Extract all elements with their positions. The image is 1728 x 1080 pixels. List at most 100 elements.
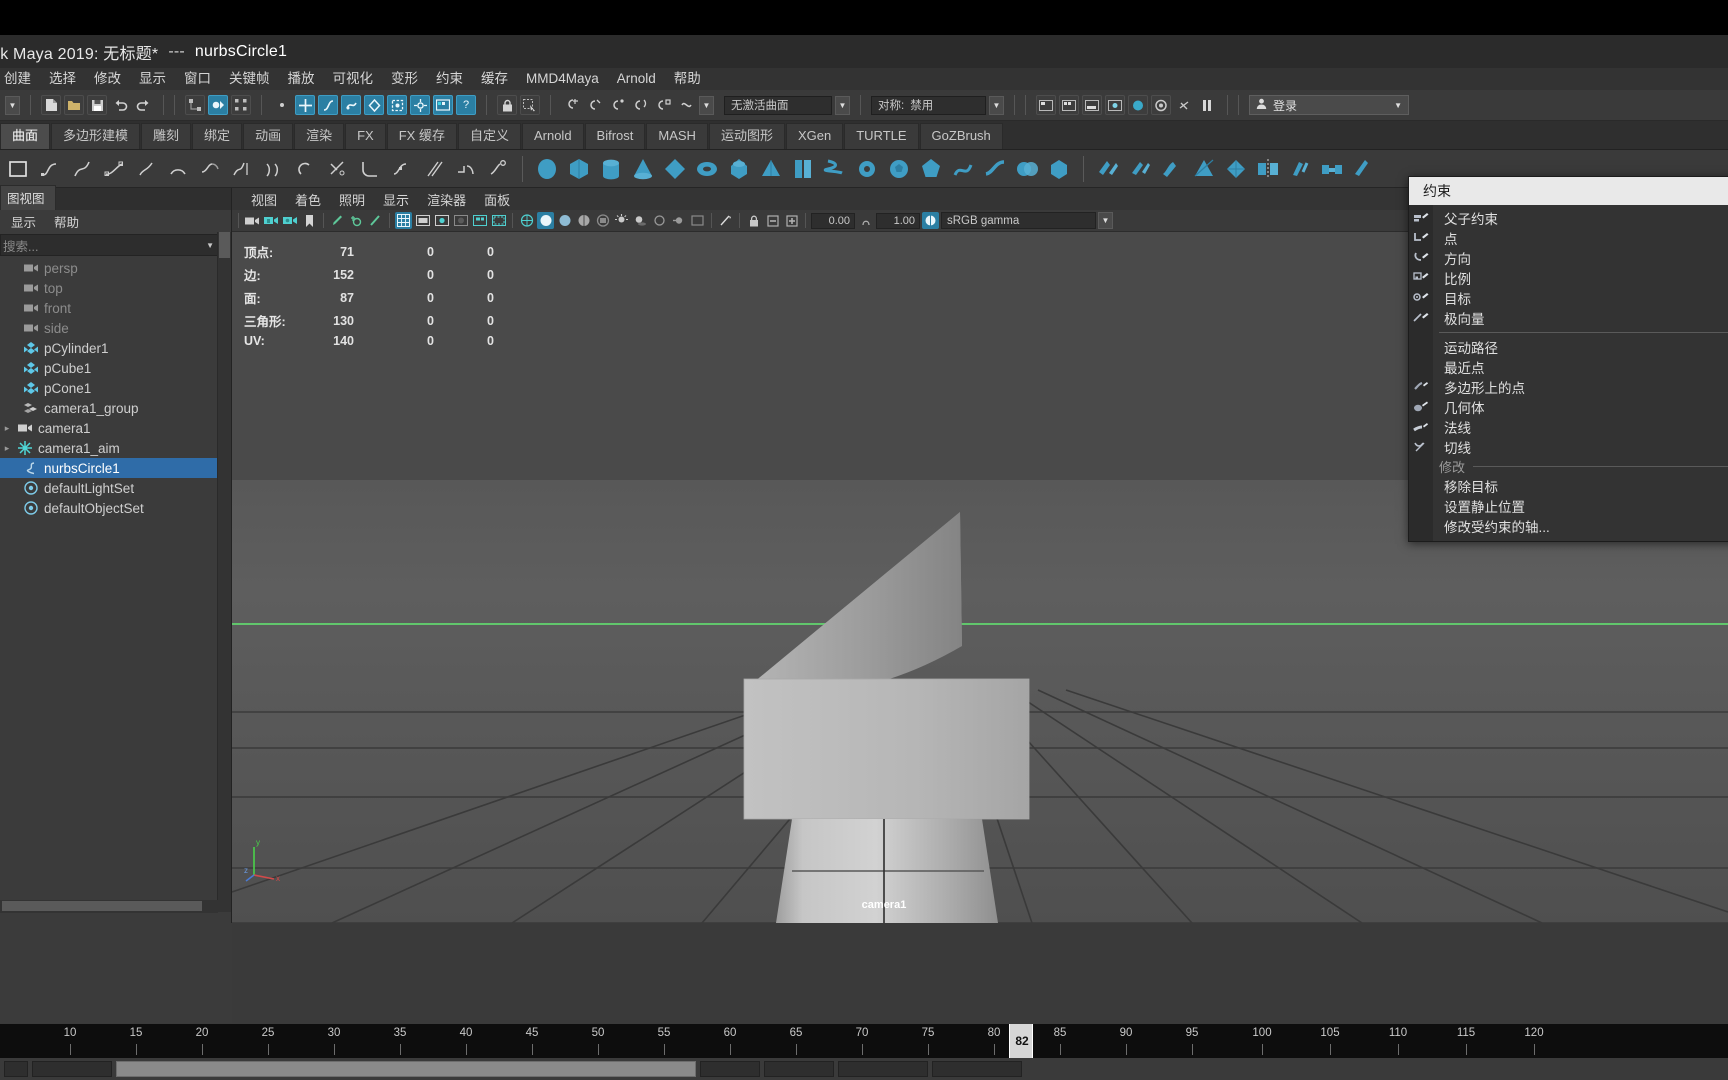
symmetry-dropdown[interactable]: ▼ xyxy=(989,95,1004,115)
ipr-render-icon[interactable] xyxy=(1082,95,1102,115)
menu-item-remove-target[interactable]: 移除目标 xyxy=(1409,476,1728,496)
smooth-icon[interactable] xyxy=(1158,155,1186,183)
mask-dot-icon[interactable] xyxy=(272,95,292,115)
time-slider-playhead[interactable]: 82 xyxy=(1009,1024,1033,1059)
menu-item-scale-constraint[interactable]: 比例 xyxy=(1409,268,1728,288)
torus-icon[interactable] xyxy=(693,155,721,183)
quadrangulate-icon[interactable] xyxy=(1222,155,1250,183)
exposure-inc-icon[interactable] xyxy=(783,212,800,229)
extend-curve-icon[interactable] xyxy=(484,155,512,183)
help-mask-icon[interactable]: ? xyxy=(456,95,476,115)
menu-item-normal-constraint[interactable]: 法线 xyxy=(1409,417,1728,437)
menu-deform[interactable]: 变形 xyxy=(382,68,427,90)
attach-curve-icon[interactable] xyxy=(196,155,224,183)
add-key-icon[interactable] xyxy=(348,212,365,229)
menu-create[interactable]: 创建 xyxy=(0,68,40,90)
outliner-item-camera1-group[interactable]: camera1_group xyxy=(0,398,231,418)
shelf-tab-poly-modeling[interactable]: 多边形建模 xyxy=(51,123,141,149)
cylinder-icon[interactable] xyxy=(597,155,625,183)
fillet-curve-icon[interactable] xyxy=(356,155,384,183)
viewport-menu-show[interactable]: 显示 xyxy=(374,190,418,209)
menu-item-point-constraint[interactable]: 点 xyxy=(1409,228,1728,248)
render-icon[interactable] xyxy=(1036,95,1056,115)
shelf-tab-xgen[interactable]: XGen xyxy=(785,123,844,149)
viewport-menu-renderer[interactable]: 渲染器 xyxy=(418,190,475,209)
cv-curve-icon[interactable] xyxy=(36,155,64,183)
rendering-mask-icon[interactable] xyxy=(410,95,430,115)
live-surface-dropdown[interactable]: ▼ xyxy=(835,95,850,115)
snap-grid-icon[interactable] xyxy=(561,95,581,115)
menu-playback[interactable]: 播放 xyxy=(279,68,324,90)
append-icon[interactable] xyxy=(1350,155,1378,183)
rebuild-curve-icon[interactable] xyxy=(452,155,480,183)
field-chart-icon[interactable] xyxy=(452,212,469,229)
sphere-icon[interactable] xyxy=(533,155,561,183)
menu-item-point-on-poly[interactable]: 多边形上的点 xyxy=(1409,377,1728,397)
expander[interactable]: ▸ xyxy=(2,443,12,454)
motion-blur-icon[interactable] xyxy=(670,212,687,229)
separate-icon[interactable] xyxy=(1094,155,1122,183)
menu-select[interactable]: 选择 xyxy=(40,68,85,90)
open-close-curve-icon[interactable] xyxy=(292,155,320,183)
menu-item-tangent-constraint[interactable]: 切线 xyxy=(1409,437,1728,457)
menu-item-geometry-constraint[interactable]: 几何体 xyxy=(1409,397,1728,417)
menu-item-parent-constraint[interactable]: 父子约束 xyxy=(1409,208,1728,228)
color-space-dropdown[interactable]: ▼ xyxy=(1098,212,1113,229)
wireframe-icon[interactable] xyxy=(518,212,535,229)
film-gate-icon[interactable] xyxy=(414,212,431,229)
shelf-tab-gozbrush[interactable]: GoZBrush xyxy=(919,123,1003,149)
exposure-lock-icon[interactable] xyxy=(745,212,762,229)
menu-constrain[interactable]: 约束 xyxy=(427,68,472,90)
resolution-gate-icon[interactable] xyxy=(433,212,450,229)
outliner-vertical-scrollbar[interactable] xyxy=(217,232,231,912)
svg-type-icon[interactable] xyxy=(949,155,977,183)
scrollbar-thumb[interactable] xyxy=(219,232,230,258)
shelf-tab-turtle[interactable]: TURTLE xyxy=(844,123,919,149)
select-by-hierarchy-icon[interactable] xyxy=(185,95,205,115)
insert-knot-icon[interactable] xyxy=(388,155,416,183)
boolean-icon[interactable] xyxy=(1013,155,1041,183)
soccer-ball-icon[interactable] xyxy=(885,155,913,183)
helix-icon[interactable] xyxy=(821,155,849,183)
viewport-menu-lighting[interactable]: 照明 xyxy=(330,190,374,209)
snap-dropdown[interactable]: ▼ xyxy=(699,95,714,115)
outliner-item-front[interactable]: front xyxy=(0,298,231,318)
range-start-field[interactable] xyxy=(4,1061,28,1077)
combine-icon[interactable] xyxy=(1045,155,1073,183)
safe-action-icon[interactable] xyxy=(471,212,488,229)
platonic-icon[interactable] xyxy=(917,155,945,183)
menu-display[interactable]: 显示 xyxy=(130,68,175,90)
prism-icon[interactable] xyxy=(725,155,753,183)
gamma-lock-icon[interactable] xyxy=(857,212,874,229)
ep-curve-icon[interactable] xyxy=(68,155,96,183)
range-slider[interactable] xyxy=(116,1061,696,1077)
hypershade-icon[interactable] xyxy=(1128,95,1148,115)
plane-icon[interactable] xyxy=(661,155,689,183)
bridge-icon[interactable] xyxy=(1318,155,1346,183)
shelf-tab-motion-graphics[interactable]: 运动图形 xyxy=(708,123,785,149)
chevron-down-icon[interactable]: ▼ xyxy=(206,241,214,250)
menu-modify[interactable]: 修改 xyxy=(85,68,130,90)
cut-curve-icon[interactable] xyxy=(324,155,352,183)
render-settings-icon[interactable] xyxy=(1105,95,1125,115)
range-end-field[interactable] xyxy=(764,1061,834,1077)
select-by-object-icon[interactable] xyxy=(208,95,228,115)
grid-toggle-icon[interactable] xyxy=(395,212,412,229)
bookmark-icon[interactable] xyxy=(301,212,318,229)
menu-item-aim-constraint[interactable]: 目标 xyxy=(1409,288,1728,308)
gear-icon[interactable] xyxy=(853,155,881,183)
surface-mask-icon[interactable] xyxy=(341,95,361,115)
grease-pencil-icon[interactable] xyxy=(329,212,346,229)
camera-bookmark-icon[interactable] xyxy=(282,212,299,229)
sweep-mesh-icon[interactable] xyxy=(981,155,1009,183)
nurbs-square-icon[interactable] xyxy=(4,155,32,183)
menu-help[interactable]: 帮助 xyxy=(665,68,710,90)
handles-mask-icon[interactable] xyxy=(295,95,315,115)
menu-item-set-rest-position[interactable]: 设置静止位置 xyxy=(1409,496,1728,516)
pause-icon[interactable] xyxy=(1197,95,1217,115)
lights-toggle-icon[interactable] xyxy=(613,212,630,229)
animation-options[interactable] xyxy=(932,1061,1022,1077)
misc-mask-icon[interactable] xyxy=(433,95,453,115)
shelf-tab-fx[interactable]: FX xyxy=(345,123,386,149)
shadows-toggle-icon[interactable] xyxy=(632,212,649,229)
